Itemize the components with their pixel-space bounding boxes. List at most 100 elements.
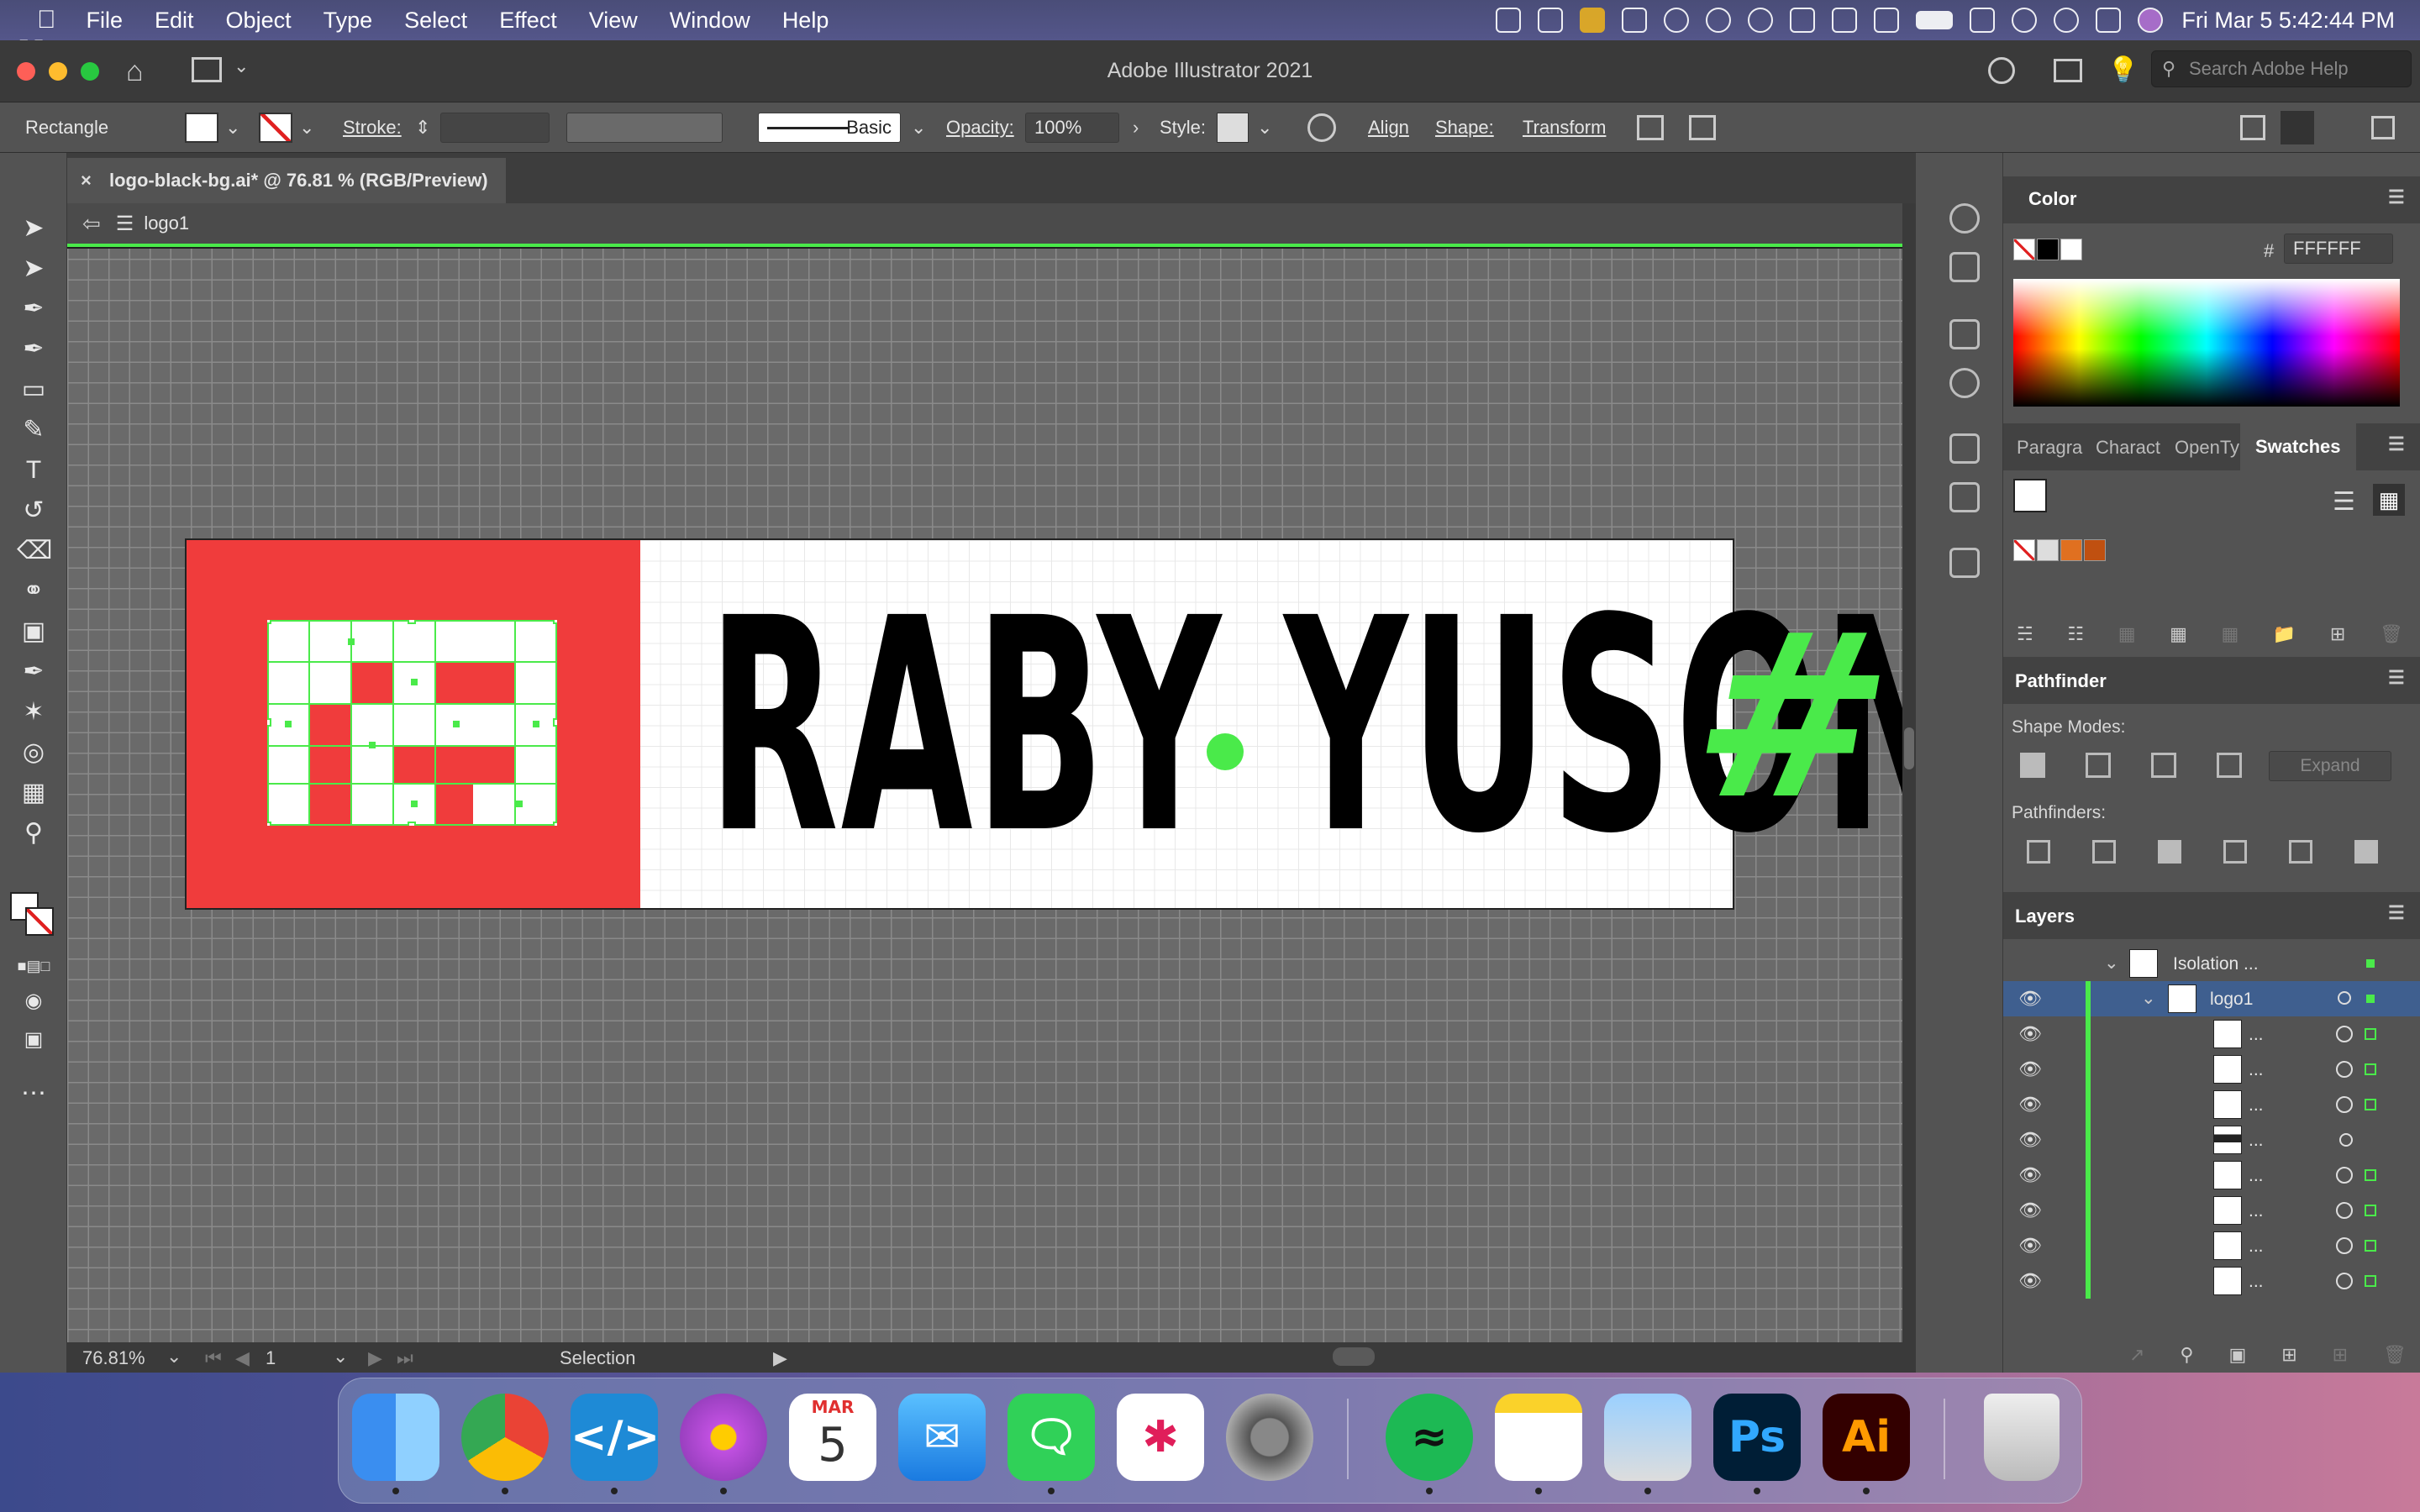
pathfinder-panel-title[interactable]: Pathfinder xyxy=(2015,670,2107,692)
menu-help[interactable]: Help xyxy=(782,8,829,34)
layer-name[interactable]: ... xyxy=(2249,1166,2264,1186)
brush-dropdown-icon[interactable]: ⌄ xyxy=(911,113,926,143)
stroke-swatch[interactable] xyxy=(259,113,292,143)
volume-icon[interactable] xyxy=(1790,8,1816,33)
layer-name[interactable]: ... xyxy=(2249,1025,2264,1045)
new-layer-icon[interactable]: ⊞ xyxy=(2333,1344,2348,1366)
minus-front-icon[interactable] xyxy=(2086,753,2111,778)
transparency-panel-icon[interactable] xyxy=(1949,368,1980,398)
merge-icon[interactable] xyxy=(2158,840,2181,864)
trash-icon[interactable] xyxy=(1984,1394,2060,1481)
delete-layer-icon[interactable]: 🗑 xyxy=(2383,1344,2407,1366)
preview-icon[interactable] xyxy=(1604,1394,1691,1481)
draw-mode-icon[interactable]: ◉ xyxy=(17,984,50,1018)
transform-panel-icon[interactable] xyxy=(1949,252,1980,282)
selection-indicator[interactable] xyxy=(2365,1099,2376,1110)
spotify-icon[interactable]: ≈ xyxy=(1386,1394,1473,1481)
last-artboard-icon[interactable]: ⏭ xyxy=(397,1347,413,1369)
style-dropdown-icon[interactable]: ⌄ xyxy=(1257,113,1272,143)
menu-effect[interactable]: Effect xyxy=(499,8,557,34)
trim-icon[interactable] xyxy=(2092,840,2116,864)
align-panel-icon[interactable] xyxy=(1949,482,1980,512)
edit-toolbar-icon[interactable]: ⋯ xyxy=(17,1077,50,1110)
more-panels-icon[interactable] xyxy=(2371,116,2395,139)
stroke-label[interactable]: Stroke: xyxy=(343,113,402,143)
prev-artboard-icon[interactable]: ◀ xyxy=(235,1347,250,1369)
menu-select[interactable]: Select xyxy=(404,8,467,34)
zoom-tool-icon[interactable]: ⚲ xyxy=(17,816,50,850)
layer-row[interactable]: 👁 ... xyxy=(2003,1087,2420,1122)
new-swatch-icon[interactable]: ⊞ xyxy=(2330,623,2345,645)
gradient-panel-icon[interactable] xyxy=(1949,319,1980,349)
eyedropper-tool-icon[interactable]: ✒ xyxy=(17,655,50,689)
dropbox-icon[interactable] xyxy=(1496,8,1522,33)
graphic-style-swatch[interactable] xyxy=(1217,113,1249,143)
photoshop-icon[interactable]: Ps xyxy=(1713,1394,1801,1481)
asset-export-icon[interactable] xyxy=(1949,548,1980,578)
stroke-color-box[interactable] xyxy=(25,907,54,936)
arrange-docs-icon[interactable] xyxy=(2054,59,2082,82)
notes-icon[interactable] xyxy=(1495,1394,1582,1481)
shape-label[interactable]: Shape: xyxy=(1435,113,1494,143)
zoom-level[interactable]: 76.81% xyxy=(82,1347,145,1369)
layer-row[interactable]: 👁 ... xyxy=(2003,1158,2420,1193)
show-swatch-kinds-icon[interactable]: ☷ xyxy=(2067,623,2084,645)
eraser-tool-icon[interactable]: ⌫ xyxy=(17,534,52,568)
panel-menu-active-icon[interactable] xyxy=(2281,111,2314,144)
crop-icon[interactable] xyxy=(2223,840,2247,864)
selection-indicator[interactable] xyxy=(2365,1205,2376,1216)
menu-edit[interactable]: Edit xyxy=(155,8,194,34)
menu-window[interactable]: Window xyxy=(670,8,750,34)
transform-label[interactable]: Transform xyxy=(1523,113,1606,143)
visibility-eye-icon[interactable]: 👁 xyxy=(2018,988,2042,1010)
pen-tool-icon[interactable]: ✒ xyxy=(17,292,50,326)
artboard-number-field[interactable]: 1 xyxy=(266,1347,276,1369)
battery-icon[interactable] xyxy=(1916,11,1954,29)
visibility-eye-icon[interactable]: 👁 xyxy=(2018,1094,2042,1116)
vertical-scrollbar[interactable] xyxy=(1902,203,1916,1342)
layer-row[interactable]: 👁 ... xyxy=(2003,1016,2420,1052)
opacity-label[interactable]: Opacity: xyxy=(946,113,1014,143)
slack-icon[interactable]: ✱ xyxy=(1117,1394,1204,1481)
expand-chevron-icon[interactable]: ⌄ xyxy=(2141,988,2156,1009)
mail-icon[interactable]: ✉ xyxy=(898,1394,986,1481)
time-machine-icon[interactable] xyxy=(1748,8,1774,33)
discover-lightbulb-icon[interactable]: 💡 xyxy=(2107,55,2139,85)
target-circle-icon[interactable] xyxy=(2336,1026,2353,1042)
paintbrush-tool-icon[interactable]: ✎ xyxy=(17,413,50,447)
user-icon[interactable] xyxy=(2012,8,2038,33)
opacity-field[interactable]: 100% xyxy=(1025,113,1119,143)
visibility-eye-icon[interactable]: 👁 xyxy=(2018,1164,2042,1186)
vertical-scroll-thumb[interactable] xyxy=(1904,727,1914,769)
close-tab-icon[interactable]: × xyxy=(81,158,92,203)
layer-name[interactable]: ... xyxy=(2249,1236,2264,1257)
minus-back-icon[interactable] xyxy=(2354,840,2378,864)
export-icon[interactable]: ↗ xyxy=(2129,1344,2144,1366)
swatch-options-icon[interactable]: ▦ xyxy=(2118,623,2136,645)
layer-row[interactable]: 👁 ... xyxy=(2003,1193,2420,1228)
wifi-icon[interactable] xyxy=(1970,8,1996,33)
chrome-icon[interactable] xyxy=(461,1394,549,1481)
black-swatch[interactable] xyxy=(2037,239,2059,260)
pathfinder-panel-menu-icon[interactable]: ☰ xyxy=(2388,667,2405,689)
color-mode-icons[interactable]: ■▤□ xyxy=(17,949,50,983)
target-circle-icon[interactable] xyxy=(2336,1202,2353,1219)
stroke-dropdown-icon[interactable]: ⌄ xyxy=(299,113,314,143)
color-panel-menu-icon[interactable]: ☰ xyxy=(2388,186,2405,208)
shape-builder-tool-icon[interactable]: ◎ xyxy=(17,736,50,769)
arrange-panels-icon[interactable] xyxy=(2240,115,2265,140)
spotlight-search-icon[interactable] xyxy=(2054,8,2080,33)
search-help-input[interactable]: ⚲ Search Adobe Help xyxy=(2151,50,2412,87)
artboard-dropdown-icon[interactable]: ⌄ xyxy=(333,1346,348,1368)
fill-dropdown-icon[interactable]: ⌄ xyxy=(225,113,240,143)
locate-object-icon[interactable]: ⚲ xyxy=(2180,1344,2193,1366)
menu-type[interactable]: Type xyxy=(324,8,373,34)
curvature-tool-icon[interactable]: ✒ xyxy=(17,333,50,366)
select-similar-icon[interactable] xyxy=(1689,115,1716,140)
tab-swatches[interactable]: Swatches xyxy=(2240,423,2356,470)
stroke-weight-stepper[interactable]: ⇕ xyxy=(415,113,430,143)
tab-paragraph[interactable]: Paragra xyxy=(2017,437,2082,459)
visibility-eye-icon[interactable]: 👁 xyxy=(2018,1023,2042,1045)
fill-swatch[interactable] xyxy=(185,113,218,143)
selection-indicator[interactable] xyxy=(2365,1169,2376,1181)
